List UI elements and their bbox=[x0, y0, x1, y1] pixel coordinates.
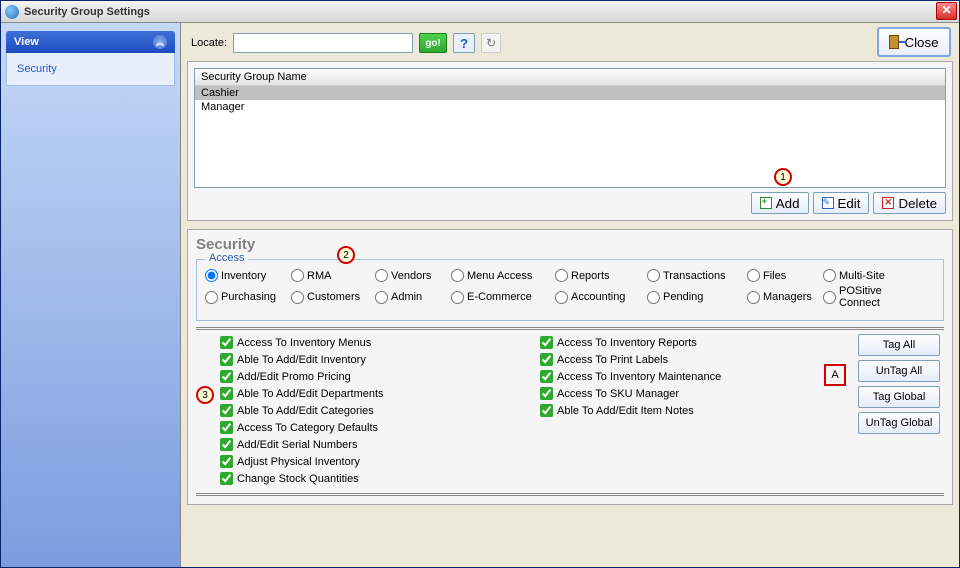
locate-row: Locate: go! ? ↻ bbox=[191, 33, 953, 53]
sidebar-panel-body: Security bbox=[6, 53, 175, 86]
callout-2: 2 bbox=[337, 246, 355, 264]
chk-addedit-inventory[interactable]: Able To Add/Edit Inventory bbox=[220, 353, 496, 366]
radio-vendors[interactable]: Vendors bbox=[375, 269, 447, 282]
radio-positive-connect[interactable]: POSitive Connect bbox=[823, 285, 911, 309]
edit-button[interactable]: Edit bbox=[813, 192, 870, 214]
callout-a: A bbox=[824, 364, 846, 386]
bottom-divider bbox=[196, 493, 944, 496]
radio-pending[interactable]: Pending bbox=[647, 285, 743, 309]
tag-global-button[interactable]: Tag Global bbox=[858, 386, 940, 408]
group-list-header: Security Group Name bbox=[195, 69, 945, 86]
group-listbox[interactable]: Security Group Name Cashier Manager bbox=[194, 68, 946, 188]
radio-files[interactable]: Files bbox=[747, 269, 819, 282]
radio-accounting[interactable]: Accounting bbox=[555, 285, 643, 309]
radio-transactions[interactable]: Transactions bbox=[647, 269, 743, 282]
chk-physical-inventory[interactable]: Adjust Physical Inventory bbox=[220, 455, 496, 468]
chk-category-defaults[interactable]: Access To Category Defaults bbox=[220, 421, 496, 434]
security-frame: Security Access 2 Inventory RMA Vendors … bbox=[187, 229, 953, 505]
chevron-up-icon[interactable]: ︽ bbox=[153, 35, 167, 49]
close-button[interactable]: Close bbox=[877, 27, 951, 57]
chk-stock-quantities[interactable]: Change Stock Quantities bbox=[220, 472, 496, 485]
add-icon bbox=[760, 197, 772, 209]
chk-promo-pricing[interactable]: Add/Edit Promo Pricing bbox=[220, 370, 496, 383]
group-list-frame: Security Group Name Cashier Manager 1 Ad… bbox=[187, 61, 953, 221]
chk-inventory-reports[interactable]: Access To Inventory Reports bbox=[540, 336, 796, 349]
sidebar: View ︽ Security bbox=[1, 23, 181, 567]
chk-inventory-menus[interactable]: Access To Inventory Menus bbox=[220, 336, 496, 349]
crud-row: 1 Add Edit Delete bbox=[194, 192, 946, 214]
go-button[interactable]: go! bbox=[419, 33, 447, 53]
edit-icon bbox=[822, 197, 834, 209]
delete-icon bbox=[882, 197, 894, 209]
add-button-label: Add bbox=[776, 196, 800, 211]
delete-button[interactable]: Delete bbox=[873, 192, 946, 214]
untag-all-button[interactable]: UnTag All bbox=[858, 360, 940, 382]
edit-button-label: Edit bbox=[838, 196, 861, 211]
delete-button-label: Delete bbox=[898, 196, 937, 211]
sidebar-panel-header[interactable]: View ︽ bbox=[6, 31, 175, 53]
untag-global-button[interactable]: UnTag Global bbox=[858, 412, 940, 434]
group-row-cashier[interactable]: Cashier bbox=[195, 86, 945, 100]
chk-categories[interactable]: Able To Add/Edit Categories bbox=[220, 404, 496, 417]
radio-ecommerce[interactable]: E-Commerce bbox=[451, 285, 551, 309]
close-button-label: Close bbox=[904, 35, 938, 50]
chk-inventory-maintenance[interactable]: Access To Inventory Maintenance bbox=[540, 370, 796, 383]
sidebar-panel-title: View bbox=[14, 36, 39, 48]
help-button[interactable]: ? bbox=[453, 33, 475, 53]
chk-serial-numbers[interactable]: Add/Edit Serial Numbers bbox=[220, 438, 496, 451]
door-icon bbox=[889, 35, 899, 49]
access-fieldset: Access 2 Inventory RMA Vendors Menu Acce… bbox=[196, 259, 944, 321]
chk-sku-manager[interactable]: Access To SKU Manager bbox=[540, 387, 796, 400]
group-row-manager[interactable]: Manager bbox=[195, 100, 945, 114]
radio-admin[interactable]: Admin bbox=[375, 285, 447, 309]
permissions-column-1: Access To Inventory Menus Able To Add/Ed… bbox=[196, 336, 496, 485]
tag-buttons-column: Tag All UnTag All Tag Global UnTag Globa… bbox=[858, 334, 940, 434]
tag-all-button[interactable]: Tag All bbox=[858, 334, 940, 356]
main-area: Close Locate: go! ? ↻ Security Group Nam… bbox=[181, 23, 959, 567]
titlebar: Security Group Settings ✕ bbox=[1, 1, 959, 23]
sidebar-item-security[interactable]: Security bbox=[15, 59, 166, 79]
permissions-column-2: Access To Inventory Reports Access To Pr… bbox=[516, 336, 796, 485]
access-legend: Access bbox=[205, 252, 248, 264]
security-title: Security bbox=[196, 236, 944, 253]
radio-customers[interactable]: Customers bbox=[291, 285, 371, 309]
refresh-button[interactable]: ↻ bbox=[481, 33, 501, 53]
callout-1: 1 bbox=[774, 168, 792, 186]
window-close-button[interactable]: ✕ bbox=[936, 2, 957, 20]
locate-label: Locate: bbox=[191, 37, 227, 49]
radio-inventory[interactable]: Inventory bbox=[205, 269, 287, 282]
chk-departments[interactable]: Able To Add/Edit Departments bbox=[220, 387, 496, 400]
radio-menu-access[interactable]: Menu Access bbox=[451, 269, 551, 282]
radio-purchasing[interactable]: Purchasing bbox=[205, 285, 287, 309]
access-row-2: Purchasing Customers Admin E-Commerce Ac… bbox=[205, 285, 935, 309]
app-icon bbox=[5, 5, 19, 19]
radio-multisite[interactable]: Multi-Site bbox=[823, 269, 911, 282]
chk-item-notes[interactable]: Able To Add/Edit Item Notes bbox=[540, 404, 796, 417]
access-row-1: Inventory RMA Vendors Menu Access Report… bbox=[205, 269, 935, 282]
radio-rma[interactable]: RMA bbox=[291, 269, 371, 282]
radio-reports[interactable]: Reports bbox=[555, 269, 643, 282]
locate-input[interactable] bbox=[233, 33, 413, 53]
add-button[interactable]: Add bbox=[751, 192, 809, 214]
callout-3: 3 bbox=[196, 386, 214, 404]
chk-print-labels[interactable]: Access To Print Labels bbox=[540, 353, 796, 366]
window-title: Security Group Settings bbox=[24, 6, 150, 18]
radio-managers[interactable]: Managers bbox=[747, 285, 819, 309]
permissions-area: 3 Access To Inventory Menus Able To Add/… bbox=[196, 327, 944, 485]
